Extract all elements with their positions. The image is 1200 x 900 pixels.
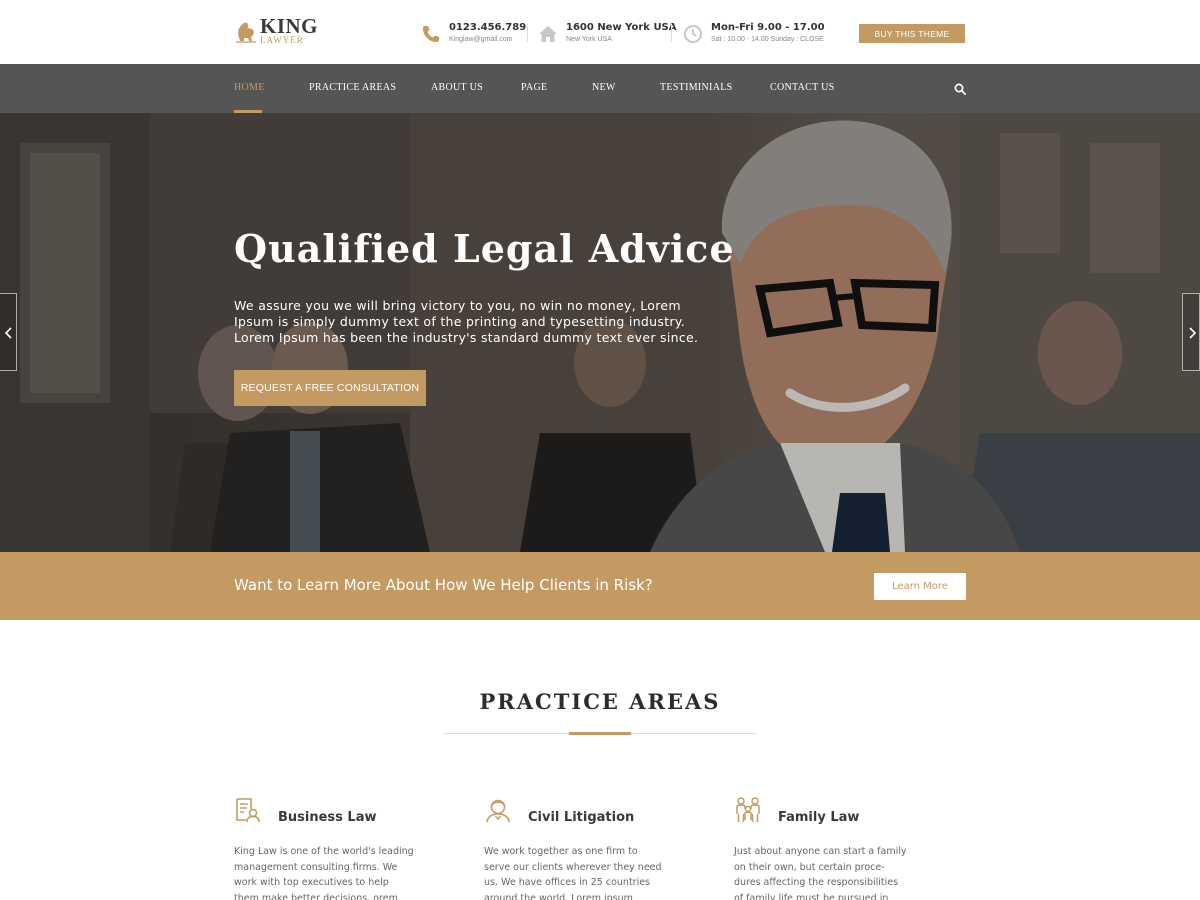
card-title: Business Law (278, 810, 377, 825)
logo-name: KING (260, 14, 319, 38)
address-sub: New York USA (566, 36, 612, 43)
slider-prev-button[interactable] (0, 293, 17, 371)
slider-next-button[interactable] (1182, 293, 1200, 371)
home-icon (539, 26, 557, 42)
title-accent-line (569, 732, 631, 735)
site-logo[interactable]: KING LAWYER (234, 16, 318, 46)
person-icon (486, 799, 510, 823)
nav-item-about-us[interactable]: ABOUT US (431, 82, 483, 93)
hours-sub: Sat : 10.00 - 14.00 Sunday : CLOSE (711, 36, 824, 43)
nav-item-practice-areas[interactable]: PRACTICE AREAS (309, 82, 396, 93)
nav-item-page[interactable]: PAGE (521, 82, 547, 93)
card-description: King Law is one of the world's leading m… (234, 846, 414, 900)
nav-item-testiminials[interactable]: TESTIMINIALS (660, 82, 732, 93)
main-nav: HOME PRACTICE AREAS ABOUT US PAGE NEW TE… (0, 64, 1200, 113)
card-description: Just about anyone can start a family on … (734, 846, 907, 900)
nav-item-contact-us[interactable]: CONTACT US (770, 82, 835, 93)
document-person-icon (236, 798, 260, 823)
card-description: We work together as one firm to serve ou… (484, 846, 662, 900)
nav-item-home[interactable]: HOME (234, 82, 265, 93)
hero-text-line: Ipsum is simply dummy text of the printi… (234, 314, 686, 329)
phone-info: 0123.456.789 Kinglaw@gmail.com (421, 22, 526, 46)
cta-text: Want to Learn More About How We Help Cli… (234, 576, 653, 594)
email-address: Kinglaw@gmail.com (449, 36, 513, 43)
hero-description: We assure you we will bring victory to y… (234, 298, 734, 346)
chevron-right-icon (1189, 327, 1197, 339)
card-title: Family Law (778, 810, 860, 825)
hours-info: Mon-Fri 9.00 - 17.00 Sat : 10.00 - 14.00… (683, 22, 825, 46)
hero-title: Qualified Legal Advice (234, 226, 735, 271)
divider (527, 24, 528, 42)
top-header: KING LAWYER 0123.456.789 Kinglaw@gmail.c… (0, 0, 1200, 64)
address-info: 1600 New York USA New York USA (538, 22, 677, 46)
nav-item-new[interactable]: NEW (592, 82, 616, 93)
address-main: 1600 New York USA (566, 22, 677, 33)
lion-logo-icon (236, 22, 256, 43)
search-icon[interactable] (954, 83, 966, 95)
phone-icon (423, 26, 439, 42)
chevron-left-icon (4, 327, 12, 339)
buy-theme-button[interactable]: BUY THIS THEME (859, 24, 965, 43)
clock-icon (684, 25, 702, 43)
hero-slider: Qualified Legal Advice We assure you we … (0, 113, 1200, 552)
free-consultation-button[interactable]: REQUEST A FREE CONSULTATION (234, 370, 426, 406)
card-title: Civil Litigation (528, 810, 635, 825)
hero-text-line: We assure you we will bring victory to y… (234, 298, 681, 313)
hours-main: Mon-Fri 9.00 - 17.00 (711, 22, 825, 33)
learn-more-button[interactable]: Learn More (874, 573, 966, 600)
phone-number: 0123.456.789 (449, 22, 527, 33)
practice-areas-title: PRACTICE AREAS (479, 689, 721, 714)
hero-text-line: Lorem Ipsum has been the industry's stan… (234, 330, 699, 345)
family-icon (736, 797, 760, 822)
divider (671, 24, 672, 42)
cta-band: Want to Learn More About How We Help Cli… (0, 552, 1200, 620)
